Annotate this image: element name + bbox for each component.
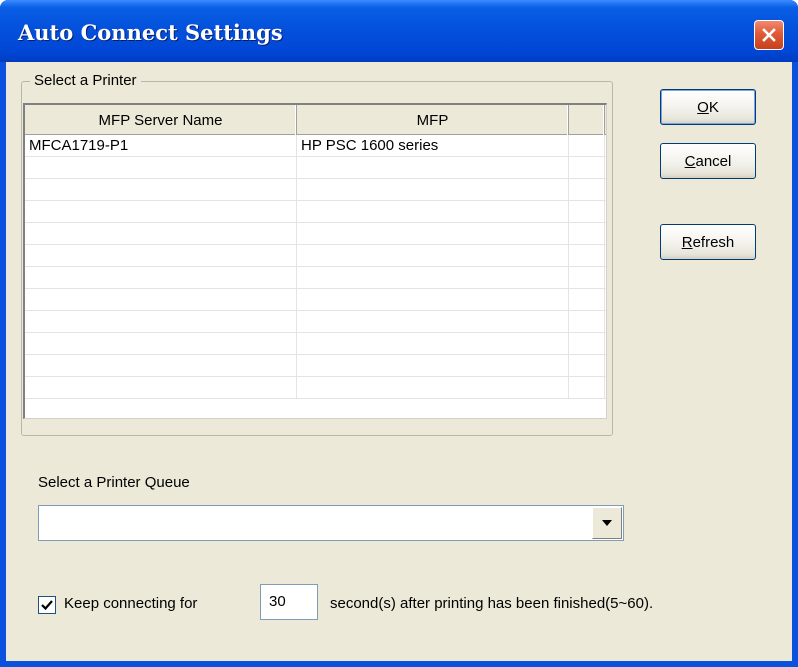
printer-list-row[interactable] [25,201,606,223]
server-name-cell [25,355,297,377]
extra-cell [569,267,605,289]
server-name-cell [25,333,297,355]
cancel-mnemonic: C [684,152,696,170]
mfp-cell [297,333,569,355]
extra-cell [569,377,605,399]
select-printer-label: Select a Printer [30,72,141,89]
keep-connecting-label: Keep connecting for [64,595,198,612]
printer-queue-dropdown[interactable] [38,505,624,541]
ok-button[interactable]: OK [660,89,756,125]
extra-cell [569,245,605,267]
extra-cell [569,179,605,201]
checkmark-icon [41,600,53,611]
column-header-server-name[interactable]: MFP Server Name [25,105,297,135]
printer-list-row[interactable] [25,223,606,245]
extra-cell [569,223,605,245]
title-bar[interactable]: Auto Connect Settings [0,0,798,62]
printer-list-row[interactable] [25,267,606,289]
refresh-mnemonic: R [681,233,693,251]
extra-cell [569,355,605,377]
extra-cell [569,289,605,311]
dialog-window: Auto Connect Settings Select a Printer M… [0,0,798,667]
mfp-cell [297,223,569,245]
close-icon [762,28,776,42]
mfp-cell [297,289,569,311]
printer-list-row[interactable] [25,355,606,377]
close-button[interactable] [754,20,784,50]
chevron-down-icon [602,520,612,526]
refresh-label: efresh [692,233,735,251]
printer-list-row[interactable] [25,157,606,179]
printer-list-row[interactable] [25,377,606,399]
mfp-cell [297,201,569,223]
server-name-cell [25,289,297,311]
cancel-button[interactable]: Cancel [660,143,756,179]
mfp-cell [297,179,569,201]
extra-cell [569,333,605,355]
mfp-cell [297,311,569,333]
mfp-cell [297,355,569,377]
ok-mnemonic: O [697,98,709,116]
extra-cell [569,311,605,333]
printer-list-row[interactable] [25,333,606,355]
extra-cell [569,157,605,179]
server-name-cell: MFCA1719-P1 [25,135,297,157]
dropdown-arrow-button[interactable] [592,507,622,539]
refresh-button[interactable]: Refresh [660,224,756,260]
seconds-suffix-label: second(s) after printing has been finish… [330,595,654,612]
column-header-extra[interactable] [569,105,605,135]
mfp-cell [297,377,569,399]
printer-list-row[interactable] [25,311,606,333]
printer-list-row[interactable] [25,179,606,201]
mfp-cell [297,245,569,267]
mfp-cell [297,157,569,179]
printer-list-row[interactable]: MFCA1719-P1 HP PSC 1600 series [25,135,606,157]
column-header-mfp[interactable]: MFP [297,105,569,135]
printer-list-row[interactable] [25,245,606,267]
seconds-input[interactable]: 30 [260,584,318,620]
server-name-cell [25,179,297,201]
printer-queue-label: Select a Printer Queue [38,474,190,491]
printer-list-header: MFP Server Name MFP [25,105,606,135]
ok-label: K [708,98,719,116]
server-name-cell [25,201,297,223]
server-name-cell [25,245,297,267]
server-name-cell [25,267,297,289]
extra-cell [569,135,605,157]
keep-connecting-checkbox[interactable] [38,596,56,614]
server-name-cell [25,377,297,399]
mfp-cell [297,267,569,289]
server-name-cell [25,223,297,245]
printer-list[interactable]: MFP Server Name MFP MFCA1719-P1 HP PSC 16… [23,103,607,419]
extra-cell [569,201,605,223]
mfp-cell: HP PSC 1600 series [297,135,569,157]
cancel-label: ancel [695,152,732,170]
printer-list-row[interactable] [25,289,606,311]
dialog-client-area: Select a Printer MFP Server Name MFP MFC… [6,62,792,661]
window-title: Auto Connect Settings [18,20,283,45]
server-name-cell [25,311,297,333]
server-name-cell [25,157,297,179]
printer-list-body: MFCA1719-P1 HP PSC 1600 series [25,135,606,399]
